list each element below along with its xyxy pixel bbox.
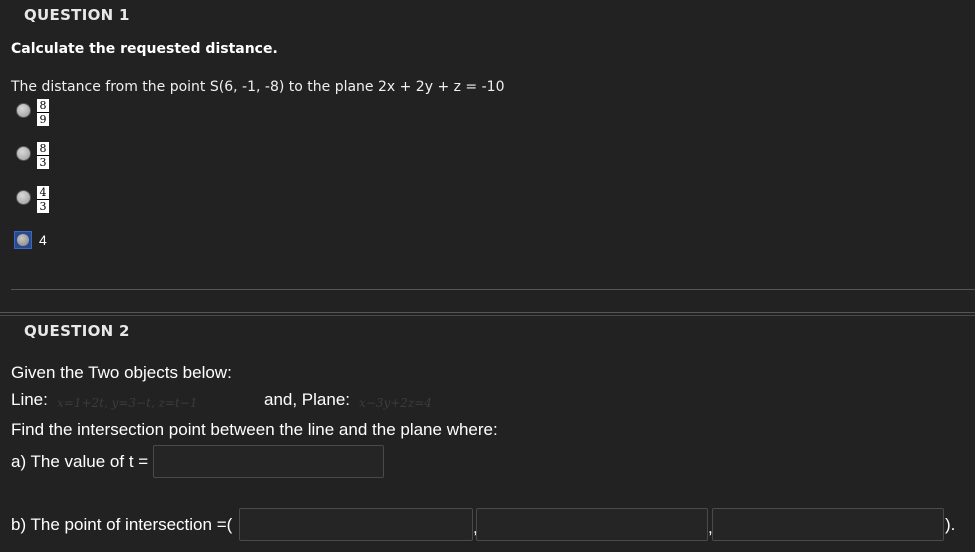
fraction-numerator: 8 — [37, 99, 49, 113]
question-1-text: The distance from the point S(6, -1, -8)… — [11, 79, 505, 95]
question-2-title: QUESTION 2 — [24, 322, 130, 340]
radio-button-selected[interactable] — [14, 231, 32, 249]
divider — [11, 289, 975, 290]
line-equation: x=1+2t, y=3−t, z=t−1 — [57, 396, 198, 410]
intersection-z-input[interactable] — [712, 508, 944, 541]
fraction-denominator: 3 — [37, 156, 49, 169]
divider — [0, 312, 975, 313]
radio-button[interactable] — [16, 190, 31, 205]
plane-equation: x−3y+2z=4 — [359, 396, 432, 410]
fraction-numerator: 8 — [37, 142, 49, 156]
part-b-label: b) The point of intersection =( — [11, 515, 233, 534]
question-1-title: QUESTION 1 — [24, 6, 130, 24]
closing-paren: ). — [945, 515, 956, 534]
question-1-instruction: Calculate the requested distance. — [11, 41, 278, 57]
fraction-denominator: 9 — [37, 113, 49, 126]
intersection-x-input[interactable] — [239, 508, 473, 541]
radio-button[interactable] — [16, 146, 31, 161]
question-1-header: QUESTION 1 — [0, 0, 975, 30]
part-a-label: a) The value of t = — [11, 452, 149, 471]
fraction-denominator: 3 — [37, 200, 49, 213]
t-value-input[interactable] — [153, 445, 384, 478]
line-label: Line: — [11, 390, 48, 409]
intersection-y-input[interactable] — [476, 508, 708, 541]
fraction-numerator: 4 — [37, 186, 49, 200]
question-2-intro: Given the Two objects below: — [11, 363, 232, 382]
fraction: 8 3 — [37, 142, 49, 169]
question-2-header: QUESTION 2 — [0, 315, 975, 346]
fraction: 4 3 — [37, 186, 49, 213]
plane-label: and, Plane: — [264, 390, 351, 409]
fraction: 8 9 — [37, 99, 49, 126]
radio-button[interactable] — [16, 103, 31, 118]
question-2-instruction: Find the intersection point between the … — [11, 420, 498, 439]
choice-label: 4 — [39, 232, 47, 248]
